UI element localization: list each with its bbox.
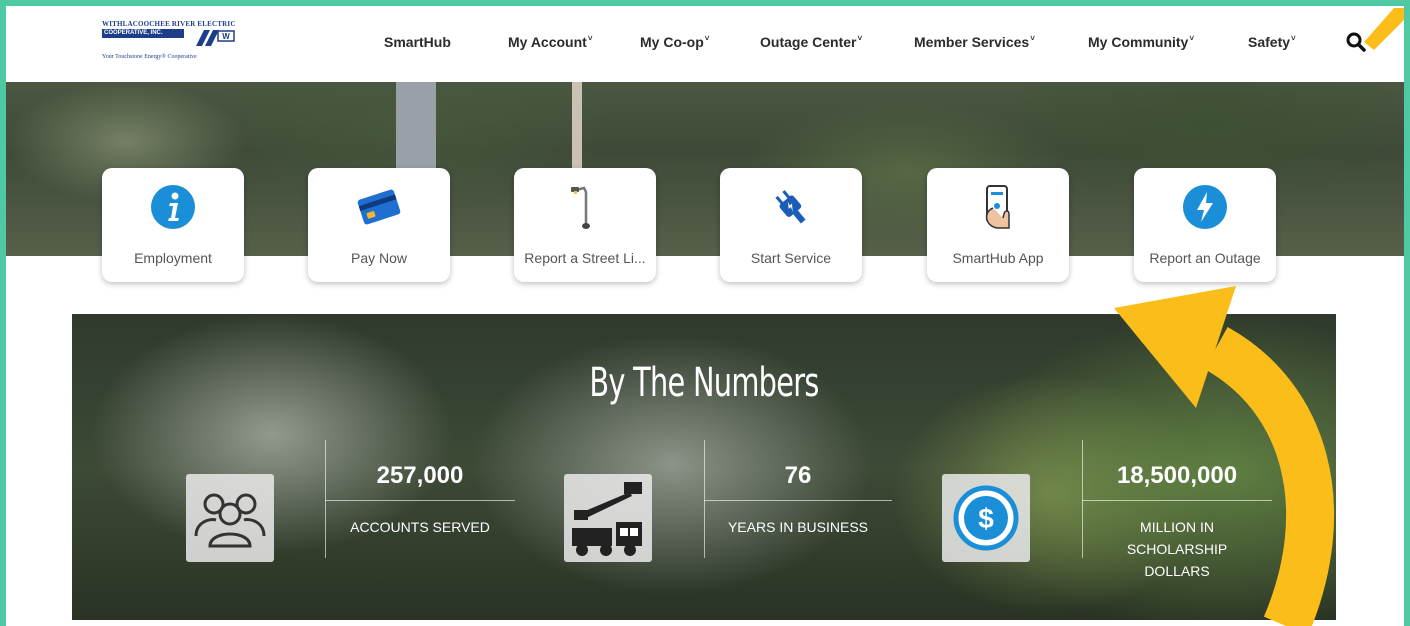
stat-value: 76 [784,462,812,489]
divider [1082,440,1083,558]
svg-text:W: W [222,32,230,41]
stat-value: 257,000 [376,462,464,489]
nav-label: Safety [1248,34,1291,50]
logo-name-line: WITHLACOOCHEE RIVER ELECTRIC [102,20,236,28]
quick-link-report-outage[interactable]: Report an Outage [1134,168,1276,282]
logo-tagline: Your Touchstone Energy® Cooperative [102,54,197,60]
nav-label: My Co-op [640,34,704,50]
svg-text:$: $ [978,503,994,534]
nav-label: SmartHub [384,34,451,50]
quick-link-employment[interactable]: Employment [102,168,244,282]
quick-link-start-service[interactable]: Start Service [720,168,862,282]
divider [704,440,705,558]
nav-safety[interactable]: Safety˅ [1248,34,1296,50]
site-logo[interactable]: WITHLACOOCHEE RIVER ELECTRIC COOPERATIVE… [102,20,252,70]
quick-link-report-street-light[interactable]: Report a Street Li... [514,168,656,282]
stat-label: ACCOUNTS SERVED [350,519,490,535]
phone-app-icon [985,185,1010,229]
quick-link-smarthub-app[interactable]: SmartHub App [927,168,1069,282]
quick-link-label: Pay Now [350,250,408,266]
lightning-icon [1183,185,1227,229]
logo-mark-icon: W [196,30,235,46]
quick-link-label: Employment [134,250,212,266]
annotation-arrow-icon [1114,286,1335,626]
bucket-truck-arm [396,82,436,182]
divider [704,500,892,501]
nav-my-community[interactable]: My Community˅ [1088,34,1194,50]
quick-link-pay-now[interactable]: Pay Now [308,168,450,282]
quick-link-label: SmartHub App [952,250,1044,266]
section-title: By The Numbers [589,360,819,406]
chevron-down-icon: ˅ [704,34,710,43]
chevron-down-icon: ˅ [1291,34,1296,43]
plug-icon [775,190,806,224]
divider [325,500,515,501]
quick-link-label: Start Service [750,250,832,266]
logo-coop-line: COOPERATIVE, INC. [102,29,184,38]
quick-link-label: Report an Outage [1149,250,1261,266]
nav-my-account[interactable]: My Account˅ [508,34,593,50]
nav-outage-center[interactable]: Outage Center˅ [760,34,862,50]
dollar-coin-icon: $ [942,474,1030,562]
chevron-down-icon: ˅ [1189,34,1195,43]
nav-label: Outage Center [760,34,857,50]
divider [325,440,326,558]
chevron-down-icon: ˅ [857,34,863,43]
stat-label: YEARS IN BUSINESS [727,519,869,535]
info-icon [151,185,195,229]
chevron-down-icon: ˅ [1030,34,1035,43]
people-icon [186,474,274,562]
street-light-icon [571,186,590,229]
nav-label: Member Services [914,34,1030,50]
nav-member-services[interactable]: Member Services˅ [914,34,1035,50]
quick-link-label: Report a Street Li... [524,250,646,266]
site-header: WITHLACOOCHEE RIVER ELECTRIC COOPERATIVE… [6,6,1404,82]
bucket-truck-icon [564,474,652,562]
chevron-down-icon: ˅ [587,34,593,43]
nav-smarthub[interactable]: SmartHub [384,34,451,50]
nav-label: My Community [1088,34,1189,50]
nav-my-coop[interactable]: My Co-op˅ [640,34,709,50]
nav-label: My Account [508,34,587,50]
annotation-arrow-small-icon [1364,8,1404,50]
credit-card-icon [357,189,401,225]
browser-frame: WITHLACOOCHEE RIVER ELECTRIC COOPERATIVE… [6,6,1404,626]
